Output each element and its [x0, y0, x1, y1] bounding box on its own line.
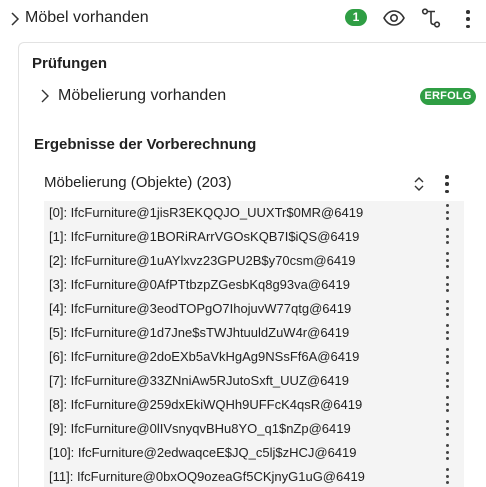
more-vertical-icon[interactable] — [444, 468, 450, 484]
more-vertical-icon[interactable] — [444, 372, 450, 388]
list-item[interactable]: [7]: IfcFurniture@33ZNniAw5RJutoSxft_UUZ… — [44, 369, 464, 393]
list-item-label: [10]: IfcFurniture@2edwaqceE$JQ_c5lj$zHC… — [49, 445, 357, 460]
more-vertical-icon[interactable] — [444, 324, 450, 340]
result-list: [0]: IfcFurniture@1jisR3EKQQJO_UUXTr$0MR… — [44, 201, 464, 487]
branch-button[interactable] — [420, 7, 442, 29]
section-title: Möbel vorhanden — [25, 9, 149, 26]
chevron-right-icon[interactable] — [8, 9, 22, 29]
status-badge: ERFOLG — [420, 88, 476, 105]
more-vertical-icon[interactable] — [444, 228, 450, 244]
check-item[interactable]: Möbelierung vorhanden ERFOLG — [19, 83, 486, 111]
chevron-right-icon — [41, 89, 49, 103]
list-item-label: [1]: IfcFurniture@1BORiRArrVGOsKQB7I$iQS… — [49, 229, 360, 244]
list-item[interactable]: [5]: IfcFurniture@1d7Jne$sTWJhtuuldZuW4r… — [44, 321, 464, 345]
more-vertical-icon[interactable] — [444, 420, 450, 436]
list-item[interactable]: [9]: IfcFurniture@0lIVsnyqvBHu8YO_q1$nZp… — [44, 417, 464, 441]
checks-title: Prüfungen — [32, 55, 107, 72]
list-item-label: [7]: IfcFurniture@33ZNniAw5RJutoSxft_UUZ… — [49, 373, 349, 388]
more-vertical-icon[interactable] — [444, 252, 450, 268]
section-header[interactable]: Möbel vorhanden 1 — [0, 0, 486, 38]
visibility-button[interactable] — [383, 7, 405, 29]
list-item[interactable]: [3]: IfcFurniture@0AfPTtbzpZGesbKq8g93va… — [44, 273, 464, 297]
details-panel: Prüfungen Möbelierung vorhanden ERFOLG E… — [18, 42, 486, 487]
list-item[interactable]: [10]: IfcFurniture@2edwaqceE$JQ_c5lj$zHC… — [44, 441, 464, 465]
more-vertical-icon[interactable] — [444, 300, 450, 316]
more-vertical-icon[interactable] — [444, 348, 450, 364]
list-header[interactable]: Möbelierung (Objekte) (203) — [44, 171, 464, 197]
list-item-label: [5]: IfcFurniture@1d7Jne$sTWJhtuuldZuW4r… — [49, 325, 350, 340]
list-item-label: [0]: IfcFurniture@1jisR3EKQQJO_UUXTr$0MR… — [49, 205, 364, 220]
more-vertical-icon[interactable] — [444, 276, 450, 292]
list-item-label: [11]: IfcFurniture@0bxOQ9ozeaGf5CKjnyG1u… — [49, 469, 365, 484]
list-item-label: [6]: IfcFurniture@2doEXb5aVkHgAg9NSsFf6A… — [49, 349, 360, 364]
count-badge: 1 — [345, 9, 367, 26]
more-vertical-icon[interactable] — [444, 444, 450, 460]
list-item[interactable]: [8]: IfcFurniture@259dxEkiWQHh9UFFcK4qsR… — [44, 393, 464, 417]
list-title: Möbelierung (Objekte) (203) — [44, 174, 232, 191]
more-vertical-icon[interactable] — [465, 10, 471, 28]
list-item-label: [4]: IfcFurniture@3eodTOPgO7IhojuvW77qtg… — [49, 301, 352, 316]
list-item[interactable]: [2]: IfcFurniture@1uAYlxvz23GPU2B$y70csm… — [44, 249, 464, 273]
list-item-label: [2]: IfcFurniture@1uAYlxvz23GPU2B$y70csm… — [49, 253, 356, 268]
list-item[interactable]: [11]: IfcFurniture@0bxOQ9ozeaGf5CKjnyG1u… — [44, 465, 464, 487]
check-label: Möbelierung vorhanden — [58, 87, 227, 104]
list-item-label: [3]: IfcFurniture@0AfPTtbzpZGesbKq8g93va… — [49, 277, 350, 292]
list-item[interactable]: [6]: IfcFurniture@2doEXb5aVkHgAg9NSsFf6A… — [44, 345, 464, 369]
eye-icon — [383, 10, 405, 26]
results-title: Ergebnisse der Vorberechnung — [34, 136, 257, 153]
more-vertical-icon[interactable] — [444, 204, 450, 220]
more-vertical-icon[interactable] — [444, 175, 450, 193]
list-item[interactable]: [4]: IfcFurniture@3eodTOPgO7IhojuvW77qtg… — [44, 297, 464, 321]
list-item[interactable]: [0]: IfcFurniture@1jisR3EKQQJO_UUXTr$0MR… — [44, 201, 464, 225]
list-item-label: [8]: IfcFurniture@259dxEkiWQHh9UFFcK4qsR… — [49, 397, 363, 412]
more-vertical-icon[interactable] — [444, 396, 450, 412]
sort-icon[interactable] — [412, 175, 426, 193]
list-item[interactable]: [1]: IfcFurniture@1BORiRArrVGOsKQB7I$iQS… — [44, 225, 464, 249]
branch-icon — [421, 8, 441, 28]
list-item-label: [9]: IfcFurniture@0lIVsnyqvBHu8YO_q1$nZp… — [49, 421, 351, 436]
